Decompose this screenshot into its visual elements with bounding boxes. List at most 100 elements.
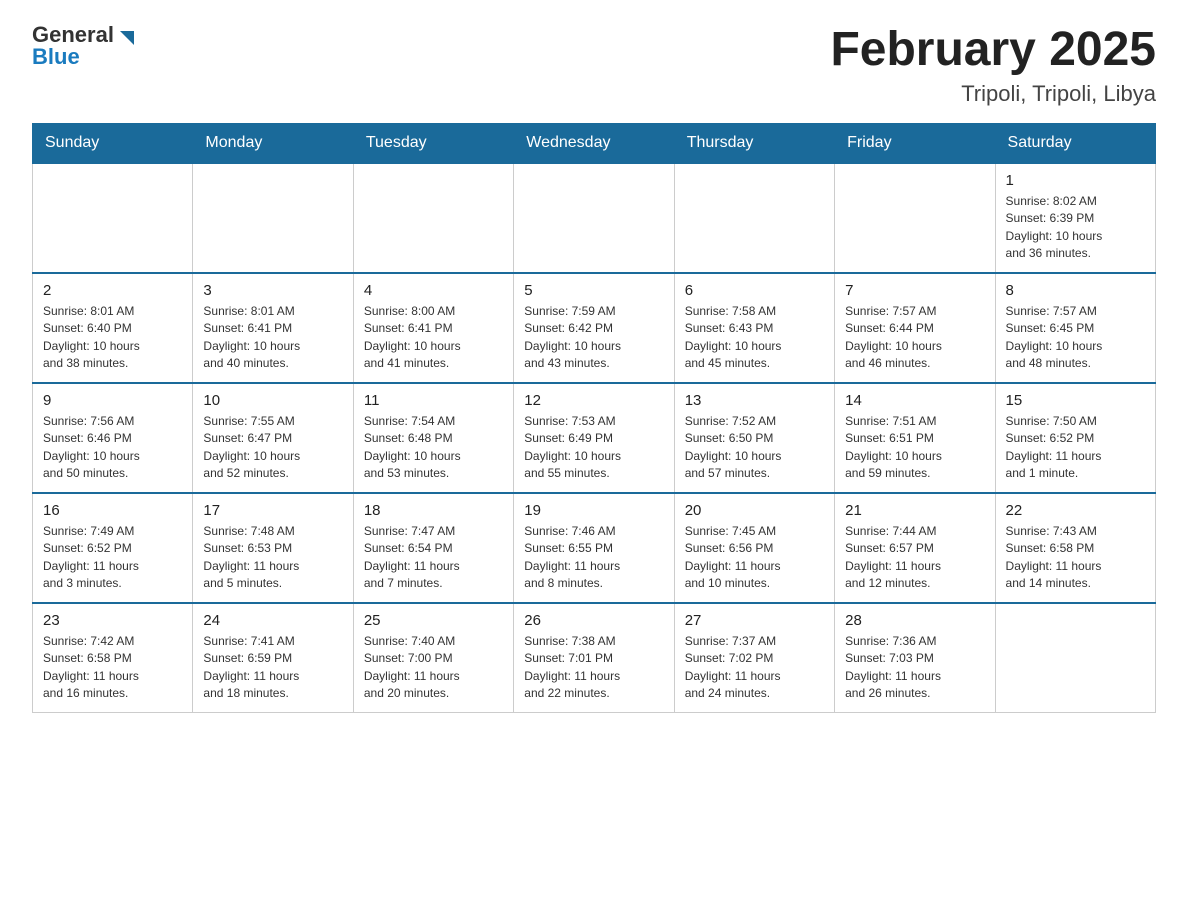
calendar-cell: 9 Sunrise: 7:56 AM Sunset: 6:46 PM Daylig… (33, 383, 193, 493)
day-info: Sunrise: 7:37 AM Sunset: 7:02 PM Dayligh… (685, 633, 824, 703)
day-info: Sunrise: 7:38 AM Sunset: 7:01 PM Dayligh… (524, 633, 663, 703)
calendar-week-5: 23 Sunrise: 7:42 AM Sunset: 6:58 PM Dayli… (33, 603, 1156, 713)
day-info: Sunrise: 8:00 AM Sunset: 6:41 PM Dayligh… (364, 303, 503, 373)
calendar-cell (353, 163, 513, 273)
day-number: 1 (1006, 172, 1145, 189)
day-number: 18 (364, 502, 503, 519)
calendar-cell: 28Sunrise: 7:36 AM Sunset: 7:03 PM Dayli… (835, 603, 995, 713)
calendar-cell: 3 Sunrise: 8:01 AM Sunset: 6:41 PM Daylig… (193, 273, 353, 383)
title-area: February 2025 Tripoli, Tripoli, Libya (830, 24, 1156, 107)
calendar-body: 1 Sunrise: 8:02 AM Sunset: 6:39 PM Daylig… (33, 163, 1156, 713)
calendar-cell: 5 Sunrise: 7:59 AM Sunset: 6:42 PM Daylig… (514, 273, 674, 383)
calendar-week-2: 2 Sunrise: 8:01 AM Sunset: 6:40 PM Daylig… (33, 273, 1156, 383)
weekday-header-thursday: Thursday (674, 123, 834, 163)
day-number: 16 (43, 502, 182, 519)
day-number: 4 (364, 282, 503, 299)
logo-general: General (32, 24, 114, 46)
calendar-cell (514, 163, 674, 273)
calendar-cell: 26Sunrise: 7:38 AM Sunset: 7:01 PM Dayli… (514, 603, 674, 713)
calendar-cell: 2 Sunrise: 8:01 AM Sunset: 6:40 PM Daylig… (33, 273, 193, 383)
calendar-cell (33, 163, 193, 273)
day-info: Sunrise: 7:36 AM Sunset: 7:03 PM Dayligh… (845, 633, 984, 703)
day-info: Sunrise: 7:59 AM Sunset: 6:42 PM Dayligh… (524, 303, 663, 373)
calendar-cell: 27 Sunrise: 7:37 AM Sunset: 7:02 PM Dayli… (674, 603, 834, 713)
day-number: 11 (364, 392, 503, 409)
calendar-cell: 21 Sunrise: 7:44 AM Sunset: 6:57 PM Dayli… (835, 493, 995, 603)
day-info: Sunrise: 8:02 AM Sunset: 6:39 PM Dayligh… (1006, 193, 1145, 263)
day-info: Sunrise: 7:57 AM Sunset: 6:45 PM Dayligh… (1006, 303, 1145, 373)
calendar-cell: 7 Sunrise: 7:57 AM Sunset: 6:44 PM Daylig… (835, 273, 995, 383)
day-number: 15 (1006, 392, 1145, 409)
day-info: Sunrise: 7:46 AM Sunset: 6:55 PM Dayligh… (524, 523, 663, 593)
day-number: 25 (364, 612, 503, 629)
logo-triangle-icon (116, 27, 134, 45)
weekday-header-wednesday: Wednesday (514, 123, 674, 163)
day-info: Sunrise: 7:47 AM Sunset: 6:54 PM Dayligh… (364, 523, 503, 593)
day-number: 3 (203, 282, 342, 299)
day-number: 22 (1006, 502, 1145, 519)
day-info: Sunrise: 7:56 AM Sunset: 6:46 PM Dayligh… (43, 413, 182, 483)
day-info: Sunrise: 7:49 AM Sunset: 6:52 PM Dayligh… (43, 523, 182, 593)
day-info: Sunrise: 8:01 AM Sunset: 6:40 PM Dayligh… (43, 303, 182, 373)
day-info: Sunrise: 7:44 AM Sunset: 6:57 PM Dayligh… (845, 523, 984, 593)
logo-blue: Blue (32, 46, 80, 68)
day-number: 24 (203, 612, 342, 629)
calendar-cell: 17 Sunrise: 7:48 AM Sunset: 6:53 PM Dayli… (193, 493, 353, 603)
calendar-cell: 8 Sunrise: 7:57 AM Sunset: 6:45 PM Daylig… (995, 273, 1155, 383)
calendar-cell: 19 Sunrise: 7:46 AM Sunset: 6:55 PM Dayli… (514, 493, 674, 603)
calendar-cell (995, 603, 1155, 713)
day-info: Sunrise: 7:54 AM Sunset: 6:48 PM Dayligh… (364, 413, 503, 483)
day-info: Sunrise: 7:40 AM Sunset: 7:00 PM Dayligh… (364, 633, 503, 703)
weekday-header-tuesday: Tuesday (353, 123, 513, 163)
day-number: 20 (685, 502, 824, 519)
day-number: 5 (524, 282, 663, 299)
day-info: Sunrise: 7:52 AM Sunset: 6:50 PM Dayligh… (685, 413, 824, 483)
calendar-cell: 4 Sunrise: 8:00 AM Sunset: 6:41 PM Daylig… (353, 273, 513, 383)
day-info: Sunrise: 7:50 AM Sunset: 6:52 PM Dayligh… (1006, 413, 1145, 483)
calendar-cell: 14 Sunrise: 7:51 AM Sunset: 6:51 PM Dayli… (835, 383, 995, 493)
day-info: Sunrise: 7:41 AM Sunset: 6:59 PM Dayligh… (203, 633, 342, 703)
day-info: Sunrise: 7:55 AM Sunset: 6:47 PM Dayligh… (203, 413, 342, 483)
calendar-cell: 13 Sunrise: 7:52 AM Sunset: 6:50 PM Dayli… (674, 383, 834, 493)
calendar-cell: 12 Sunrise: 7:53 AM Sunset: 6:49 PM Dayli… (514, 383, 674, 493)
calendar-cell: 10 Sunrise: 7:55 AM Sunset: 6:47 PM Dayli… (193, 383, 353, 493)
calendar-cell: 25 Sunrise: 7:40 AM Sunset: 7:00 PM Dayli… (353, 603, 513, 713)
calendar-header-row: SundayMondayTuesdayWednesdayThursdayFrid… (33, 123, 1156, 163)
day-info: Sunrise: 7:58 AM Sunset: 6:43 PM Dayligh… (685, 303, 824, 373)
day-number: 19 (524, 502, 663, 519)
calendar-cell: 18 Sunrise: 7:47 AM Sunset: 6:54 PM Dayli… (353, 493, 513, 603)
calendar-cell: 24 Sunrise: 7:41 AM Sunset: 6:59 PM Dayli… (193, 603, 353, 713)
day-number: 13 (685, 392, 824, 409)
day-info: Sunrise: 7:57 AM Sunset: 6:44 PM Dayligh… (845, 303, 984, 373)
day-number: 8 (1006, 282, 1145, 299)
calendar-week-4: 16 Sunrise: 7:49 AM Sunset: 6:52 PM Dayli… (33, 493, 1156, 603)
day-number: 23 (43, 612, 182, 629)
weekday-header-saturday: Saturday (995, 123, 1155, 163)
day-number: 14 (845, 392, 984, 409)
day-info: Sunrise: 7:48 AM Sunset: 6:53 PM Dayligh… (203, 523, 342, 593)
logo: General Blue (32, 24, 134, 68)
day-info: Sunrise: 7:51 AM Sunset: 6:51 PM Dayligh… (845, 413, 984, 483)
calendar-cell: 16 Sunrise: 7:49 AM Sunset: 6:52 PM Dayli… (33, 493, 193, 603)
weekday-header-sunday: Sunday (33, 123, 193, 163)
calendar-week-3: 9 Sunrise: 7:56 AM Sunset: 6:46 PM Daylig… (33, 383, 1156, 493)
weekday-header-monday: Monday (193, 123, 353, 163)
day-number: 7 (845, 282, 984, 299)
day-number: 17 (203, 502, 342, 519)
calendar-cell: 20Sunrise: 7:45 AM Sunset: 6:56 PM Dayli… (674, 493, 834, 603)
calendar-cell (835, 163, 995, 273)
calendar-cell (674, 163, 834, 273)
day-number: 2 (43, 282, 182, 299)
day-number: 21 (845, 502, 984, 519)
day-info: Sunrise: 8:01 AM Sunset: 6:41 PM Dayligh… (203, 303, 342, 373)
calendar-week-1: 1 Sunrise: 8:02 AM Sunset: 6:39 PM Daylig… (33, 163, 1156, 273)
day-info: Sunrise: 7:42 AM Sunset: 6:58 PM Dayligh… (43, 633, 182, 703)
day-number: 10 (203, 392, 342, 409)
day-number: 27 (685, 612, 824, 629)
day-number: 12 (524, 392, 663, 409)
day-info: Sunrise: 7:53 AM Sunset: 6:49 PM Dayligh… (524, 413, 663, 483)
calendar-cell: 22Sunrise: 7:43 AM Sunset: 6:58 PM Dayli… (995, 493, 1155, 603)
calendar-cell (193, 163, 353, 273)
day-number: 9 (43, 392, 182, 409)
calendar-table: SundayMondayTuesdayWednesdayThursdayFrid… (32, 123, 1156, 714)
